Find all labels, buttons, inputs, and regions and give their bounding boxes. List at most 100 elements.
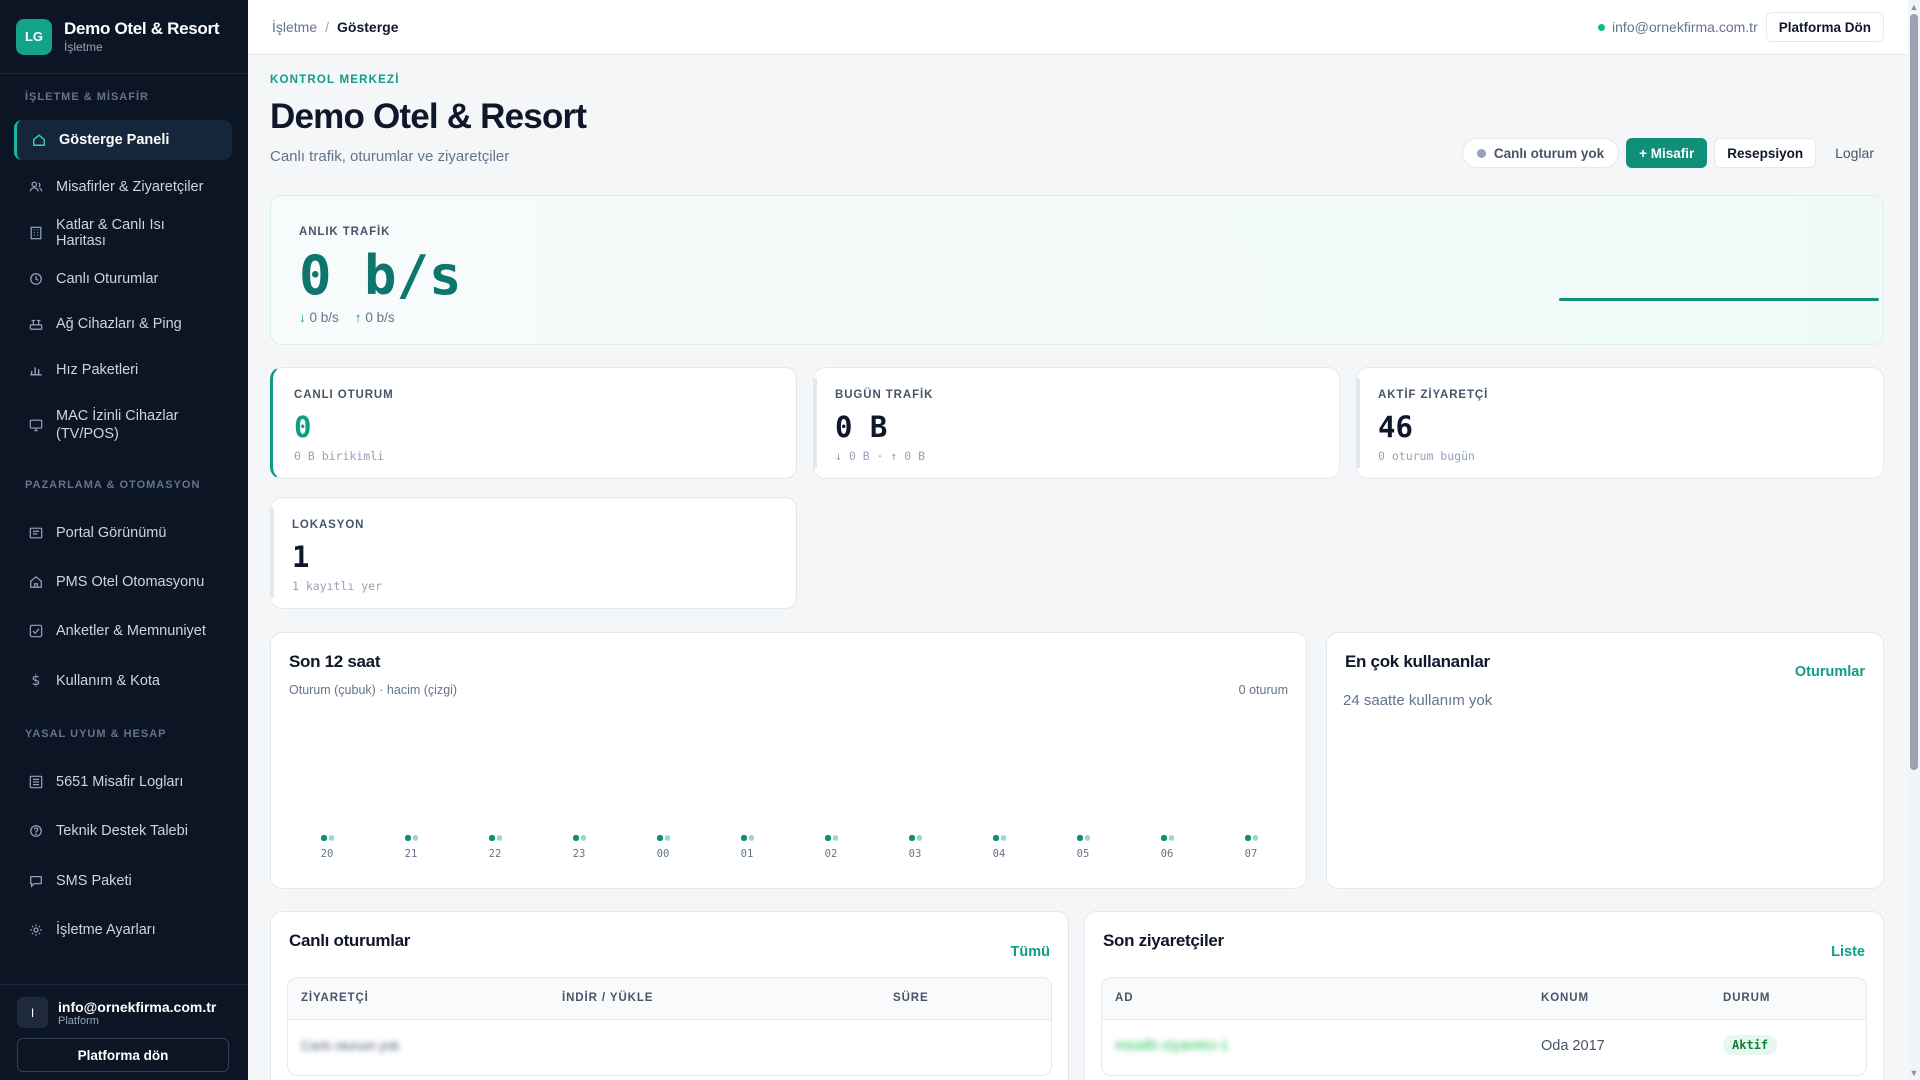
sidebar-item-live-sessions[interactable]: Canlı Oturumlar <box>14 259 232 299</box>
table-row[interactable]: misafir-ziyaretci-1 Oda 2017 Aktif <box>1102 1020 1866 1075</box>
sidebar-item-portal[interactable]: Portal Görünümü <box>14 513 232 553</box>
sidebar-item-label: Katlar & Canlı Isı Haritası <box>56 217 165 249</box>
sidebar: LG Demo Otel & Resort İşletme İŞLETME & … <box>0 0 248 1080</box>
top-users-card: En çok kullananlar Oturumlar 24 saatte k… <box>1326 632 1884 889</box>
user-email: info@ornekfirma.com.tr <box>58 998 217 1015</box>
live-sessions-card: Canlı oturumlar Tümü ZİYARETÇİ İNDİR / Y… <box>270 911 1069 1080</box>
checkbox-icon <box>28 623 44 639</box>
stat-live-sessions[interactable]: CANLI OTURUM 0 0 B birikimli <box>270 367 797 479</box>
reception-button[interactable]: Resepsiyon <box>1714 138 1817 168</box>
message-icon <box>28 873 44 889</box>
scroll-up-icon[interactable]: ▲ <box>1909 2 1919 12</box>
session-bar <box>321 835 327 841</box>
volume-bar <box>581 835 586 841</box>
sidebar-item-logs[interactable]: 5651 Misafir Logları <box>14 762 232 802</box>
empty-row-text: Canlı oturum yok <box>301 1038 400 1053</box>
traffic-value: 0 b/s <box>299 244 462 307</box>
session-bar <box>741 835 747 841</box>
stat-label: AKTİF ZİYARETÇİ <box>1378 389 1489 401</box>
volume-bar <box>497 835 502 841</box>
nav-section-business: İŞLETME & MİSAFİR <box>25 91 149 103</box>
session-bar <box>573 835 579 841</box>
visitor-list-link[interactable]: Liste <box>1831 944 1865 960</box>
back-to-platform-top-button[interactable]: Platforma Dön <box>1765 12 1884 42</box>
download-rate: ↓ 0 b/s <box>299 310 339 325</box>
stat-note: 0 B birikimli <box>294 449 385 463</box>
sidebar-item-label: Anketler & Memnuniyet <box>56 623 206 639</box>
sidebar-item-label: Hız Paketleri <box>56 362 139 378</box>
upload-rate: ↑ 0 b/s <box>355 310 395 325</box>
visitor-name[interactable]: misafir-ziyaretci-1 <box>1115 1038 1229 1054</box>
breadcrumb: İşletme / Gösterge <box>272 19 398 35</box>
all-sessions-link[interactable]: Tümü <box>1011 944 1050 960</box>
session-bar <box>1077 835 1083 841</box>
x-tick-label: 21 <box>405 848 418 860</box>
sidebar-item-guests[interactable]: Misafirler & Ziyaretçiler <box>14 167 232 207</box>
stat-active-visitors[interactable]: AKTİF ZİYARETÇİ 46 0 oturum bugün <box>1356 367 1884 479</box>
sidebar-item-support[interactable]: Teknik Destek Talebi <box>14 811 232 851</box>
chart-plot: 20 21 22 23 00 01 02 03 04 05 06 07 <box>321 835 1258 860</box>
monitor-icon <box>28 417 44 433</box>
session-bar <box>657 835 663 841</box>
session-bar <box>993 835 999 841</box>
x-tick-label: 00 <box>657 848 670 860</box>
sidebar-item-label: PMS Otel Otomasyonu <box>56 574 205 590</box>
sidebar-item-label: Kullanım & Kota <box>56 673 160 689</box>
add-guest-button[interactable]: + Misafir <box>1626 138 1708 168</box>
recent-visitors-card: Son ziyaretçiler Liste AD KONUM DURUM mi… <box>1084 911 1884 1080</box>
volume-bar <box>917 835 922 841</box>
sidebar-item-network-devices[interactable]: Ağ Cihazları & Ping <box>14 304 232 344</box>
column-duration: SÜRE <box>893 992 929 1004</box>
user-role: Platform <box>58 1014 99 1027</box>
sidebar-item-speed-packages[interactable]: Hız Paketleri <box>14 350 232 390</box>
sidebar-item-floors[interactable]: Katlar & Canlı Isı Haritası <box>14 213 232 253</box>
stat-accent-bar <box>1357 378 1360 468</box>
sidebar-item-pms[interactable]: PMS Otel Otomasyonu <box>14 562 232 602</box>
recent-visitors-title: Son ziyaretçiler <box>1103 931 1224 950</box>
logs-button[interactable]: Loglar <box>1823 138 1886 168</box>
stat-note: 1 kayıtlı yer <box>292 579 383 593</box>
page-scrollbar[interactable]: ▲ ▼ <box>1908 0 1920 1080</box>
help-icon <box>28 823 44 839</box>
volume-bar <box>1085 835 1090 841</box>
status-badge: Aktif <box>1723 1035 1778 1055</box>
sidebar-item-dashboard[interactable]: Gösterge Paneli <box>14 120 232 160</box>
back-to-platform-button[interactable]: Platforma dön <box>17 1038 229 1072</box>
x-tick-label: 22 <box>489 848 502 860</box>
hotel-icon <box>28 574 44 590</box>
sidebar-item-label: 5651 Misafir Logları <box>56 774 184 790</box>
live-sessions-table: ZİYARETÇİ İNDİR / YÜKLE SÜRE Canlı oturu… <box>287 977 1052 1076</box>
breadcrumb-root[interactable]: İşletme <box>272 19 317 35</box>
stat-label: BUGÜN TRAFİK <box>835 389 934 401</box>
brand-subtitle: İşletme <box>64 40 103 54</box>
stat-location[interactable]: LOKASYON 1 1 kayıtlı yer <box>270 497 797 609</box>
table-row: Canlı oturum yok <box>288 1020 1051 1075</box>
brand[interactable]: LG Demo Otel & Resort İşletme <box>0 0 248 74</box>
status-dot-icon <box>1476 148 1486 158</box>
volume-bar <box>833 835 838 841</box>
sidebar-item-label: Canlı Oturumlar <box>56 271 159 287</box>
scroll-thumb[interactable] <box>1910 14 1918 770</box>
session-bar <box>909 835 915 841</box>
stat-note: ↓ 0 B · ↑ 0 B <box>835 449 926 463</box>
column-visitor: ZİYARETÇİ <box>301 992 369 1004</box>
sessions-link[interactable]: Oturumlar <box>1795 664 1865 680</box>
nav-section-legal: YASAL UYUM & HESAP <box>25 728 167 740</box>
sidebar-item-settings[interactable]: İşletme Ayarları <box>14 910 232 950</box>
volume-bar <box>413 835 418 841</box>
users-icon <box>28 179 44 195</box>
sidebar-item-usage[interactable]: $ Kullanım & Kota <box>14 661 232 701</box>
account-email: info@ornekfirma.com.tr <box>1612 19 1758 35</box>
avatar: I <box>17 997 48 1028</box>
stat-today-traffic[interactable]: BUGÜN TRAFİK 0 B ↓ 0 B · ↑ 0 B <box>813 367 1340 479</box>
sidebar-item-mac-devices[interactable]: MAC İzinli Cihazlar (TV/POS) <box>14 404 232 446</box>
scroll-down-icon[interactable]: ▼ <box>1909 1068 1919 1078</box>
table-header: ZİYARETÇİ İNDİR / YÜKLE SÜRE <box>288 978 1051 1020</box>
sidebar-item-surveys[interactable]: Anketler & Memnuniyet <box>14 611 232 651</box>
main-content: KONTROL MERKEZİ Demo Otel & Resort Canlı… <box>248 55 1908 1080</box>
page-title: Demo Otel & Resort <box>270 97 587 136</box>
sidebar-item-label: Teknik Destek Talebi <box>56 823 188 839</box>
session-bar <box>1161 835 1167 841</box>
sidebar-item-sms[interactable]: SMS Paketi <box>14 861 232 901</box>
online-dot-icon <box>1598 23 1606 31</box>
